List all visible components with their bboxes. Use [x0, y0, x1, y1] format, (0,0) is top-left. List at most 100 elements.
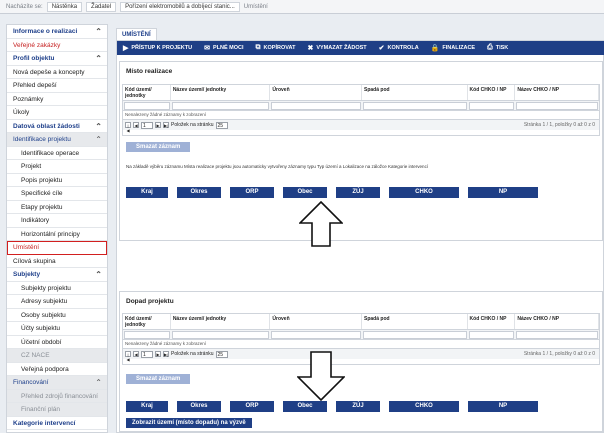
column-header[interactable]: Název území/ jednotky [171, 85, 271, 100]
toolbar-button[interactable]: ✉ PLNÉ MOCI [198, 41, 249, 55]
sidebar-item[interactable]: Horizontální principy [7, 228, 107, 241]
sidebar-item[interactable]: Projekt [7, 160, 107, 174]
sidebar-item[interactable]: Cílová skupina [7, 255, 107, 268]
filter-input[interactable] [468, 330, 515, 339]
breadcrumb-item-project[interactable]: Pořízení elektromobilů a dobíjecí stanic… [120, 1, 240, 12]
breadcrumb-item-dashboard[interactable]: Nástěnka [46, 1, 83, 12]
sidebar-item[interactable]: Financování ⌃ [7, 376, 107, 390]
territory-button[interactable]: ORP [230, 187, 274, 198]
sidebar-item[interactable]: Indikátory [7, 214, 107, 228]
pager-first-icon[interactable]: |◀ [125, 122, 131, 133]
toolbar-button[interactable]: ✔ KONTROLA [373, 41, 425, 55]
per-page-select[interactable]: 25 [215, 121, 228, 129]
pager-first-icon[interactable]: |◀ [125, 351, 131, 362]
sidebar-item[interactable]: Účty subjektu [7, 322, 107, 336]
sidebar-item[interactable]: Identifikace operace [7, 147, 107, 160]
territory-button[interactable]: CHKO [389, 401, 459, 412]
filter-input[interactable] [271, 101, 361, 110]
sidebar-item[interactable]: Finanční plán [7, 403, 107, 417]
column-header[interactable]: Kód CHKO / NP [468, 85, 516, 100]
delete-record-button[interactable]: Smazat záznam [126, 374, 191, 384]
column-header[interactable]: Úroveň [270, 314, 362, 329]
column-header[interactable]: Spadá pod [362, 85, 468, 100]
filter-input[interactable] [124, 330, 170, 339]
chevron-up-icon[interactable]: ⌃ [95, 268, 102, 282]
column-header[interactable]: Kód území/ jednotky [123, 314, 171, 329]
filter-input[interactable] [363, 101, 467, 110]
toolbar-button[interactable]: ✖ VYMAZAT ŽÁDOST [301, 41, 372, 55]
sidebar-item[interactable]: Subjekty projektu [7, 282, 107, 295]
chevron-up-icon[interactable]: ⌃ [95, 133, 102, 147]
sidebar-item[interactable]: Přehled zdrojů financování [7, 389, 107, 403]
territory-button[interactable]: ZÚJ [336, 187, 380, 198]
sidebar-item[interactable]: Kategorie intervencí [7, 417, 107, 430]
toolbar-button[interactable]: ⎙ TISK [481, 41, 514, 55]
territory-button[interactable]: Obec [283, 401, 327, 412]
pager-last-icon[interactable]: ▶| [163, 351, 169, 357]
sidebar-item[interactable]: Účetní období [7, 336, 107, 349]
column-header[interactable]: Kód CHKO / NP [468, 314, 516, 329]
sidebar-item[interactable]: Veřejné zakázky [7, 39, 107, 52]
sidebar-item[interactable]: Etapy projektu [7, 201, 107, 214]
chevron-up-icon[interactable]: ⌃ [95, 25, 102, 39]
pager-next-icon[interactable]: ▶ [155, 351, 161, 357]
sidebar-item[interactable]: Informace o realizaci ⌃ [7, 25, 107, 39]
filter-input[interactable] [171, 101, 270, 110]
territory-button[interactable]: ORP [230, 401, 274, 412]
chevron-up-icon[interactable]: ⌃ [95, 52, 102, 66]
per-page-select[interactable]: 25 [215, 350, 228, 358]
filter-input[interactable] [516, 330, 598, 339]
territory-button[interactable]: Obec [283, 187, 327, 198]
sidebar-item[interactable]: Umístění [7, 241, 107, 255]
sidebar-item[interactable]: Nová depeše a koncepty [7, 66, 107, 79]
sidebar-item[interactable]: Veřejná podpora [7, 363, 107, 376]
filter-input[interactable] [363, 330, 467, 339]
filter-input[interactable] [516, 101, 598, 110]
chevron-up-icon[interactable]: ⌃ [95, 120, 102, 134]
sidebar-item[interactable]: Profil objektu ⌃ [7, 52, 107, 66]
filter-input[interactable] [124, 101, 170, 110]
sidebar-item[interactable]: CZ NACE [7, 349, 107, 363]
territory-button[interactable]: Okres [177, 187, 221, 198]
column-header[interactable]: Spadá pod [362, 314, 468, 329]
sidebar-item[interactable]: Přehled depeší [7, 79, 107, 93]
sidebar-item[interactable]: Subjekty ⌃ [7, 268, 107, 282]
territory-button[interactable]: NP [468, 187, 538, 198]
filter-input[interactable] [468, 101, 515, 110]
column-header[interactable]: Název CHKO / NP [515, 314, 599, 329]
toolbar-button[interactable]: ▶ PŘÍSTUP K PROJEKTU [117, 41, 198, 55]
tab-location[interactable]: UMÍSTĚNÍ [116, 28, 157, 40]
territory-button[interactable]: Okres [177, 401, 221, 412]
sidebar-item[interactable]: Osoby subjektu [7, 309, 107, 322]
column-header[interactable]: Název území/ jednotky [171, 314, 271, 329]
sidebar-item[interactable]: Datová oblast žádosti ⌃ [7, 120, 107, 134]
toolbar-button[interactable]: 🔒 FINALIZACE [425, 41, 481, 55]
filter-input[interactable] [271, 330, 361, 339]
sidebar-item[interactable]: Adresy subjektu [7, 295, 107, 309]
filter-input[interactable] [171, 330, 270, 339]
sidebar-item[interactable]: Popis projektu [7, 174, 107, 187]
sidebar-item[interactable]: Identifikace projektu ⌃ [7, 133, 107, 147]
toolbar-button[interactable]: ⧉ KOPÍROVAT [250, 41, 302, 55]
pager-prev-icon[interactable]: ◀ [133, 351, 139, 357]
territory-button[interactable]: Kraj [126, 187, 168, 198]
show-territory-button[interactable]: Zobrazit území (místo dopadu) na výzvě [126, 418, 252, 428]
column-header[interactable]: Kód území/ jednotky [123, 85, 171, 100]
page-number[interactable]: 1 [141, 121, 153, 129]
pager-last-icon[interactable]: ▶| [163, 122, 169, 128]
territory-button[interactable]: Kraj [126, 401, 168, 412]
breadcrumb-item-applicant[interactable]: Žadatel [86, 1, 117, 12]
pager-prev-icon[interactable]: ◀ [133, 122, 139, 128]
chevron-up-icon[interactable]: ⌃ [95, 376, 102, 390]
column-header[interactable]: Název CHKO / NP [515, 85, 599, 100]
sidebar-item[interactable]: Úkoly [7, 106, 107, 120]
sidebar-item[interactable]: Poznámky [7, 93, 107, 106]
delete-record-button[interactable]: Smazat záznam [126, 142, 191, 152]
column-header[interactable]: Úroveň [270, 85, 362, 100]
pager-next-icon[interactable]: ▶ [155, 122, 161, 128]
page-number[interactable]: 1 [141, 350, 153, 358]
sidebar-item[interactable]: Specifické cíle [7, 187, 107, 201]
territory-button[interactable]: ZÚJ [336, 401, 380, 412]
territory-button[interactable]: NP [468, 401, 538, 412]
territory-button[interactable]: CHKO [389, 187, 459, 198]
